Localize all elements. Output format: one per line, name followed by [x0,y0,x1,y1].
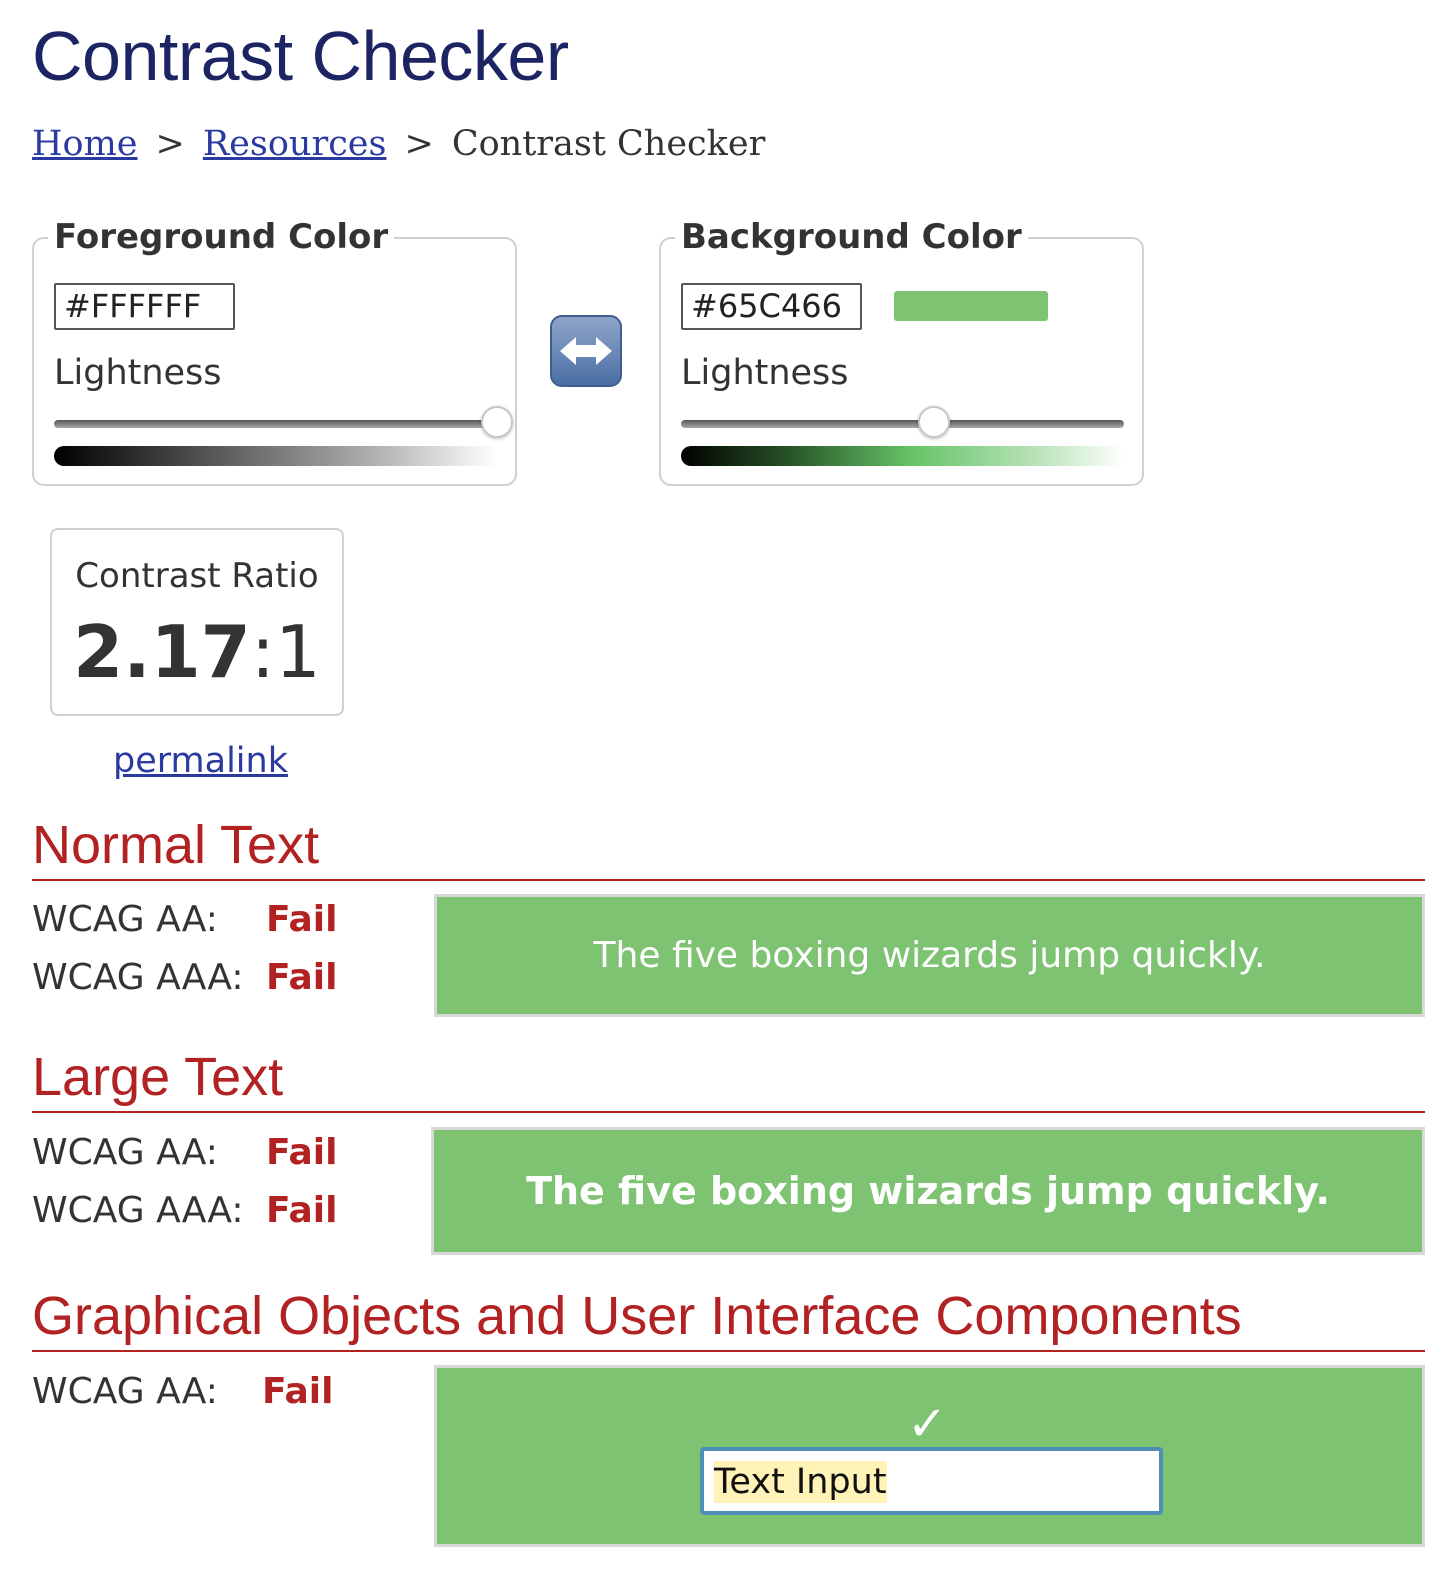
contrast-ratio-number: 2.17 [73,610,251,694]
normal-text-heading: Normal Text [32,815,320,875]
background-lightness-slider-thumb[interactable] [917,406,950,438]
graphical-wcag-aa-result: Fail [262,1371,334,1412]
contrast-ratio-suffix: :1 [250,610,321,694]
normal-text-preview: The five boxing wizards jump quickly. [434,894,1425,1017]
foreground-hex-input[interactable]: #FFFFFF [54,283,235,330]
foreground-lightness-gradient [54,446,497,466]
normal-wcag-aa-label: WCAG AA: [32,899,218,940]
swap-colors-button[interactable] [550,315,622,387]
background-color-panel: Background Color #65C466 Lightness [659,217,1144,486]
permalink-link[interactable]: permalink [113,738,288,784]
graphical-objects-heading: Graphical Objects and User Interface Com… [32,1286,1242,1346]
large-wcag-aaa-label: WCAG AAA: [32,1190,244,1231]
breadcrumb-separator: > [155,124,185,164]
large-text-heading: Large Text [32,1047,284,1107]
normal-wcag-aaa-label: WCAG AAA: [32,957,244,998]
graphical-wcag-aa-label: WCAG AA: [32,1371,218,1412]
section-divider [32,879,1425,881]
section-divider [32,1111,1425,1113]
checkmark-icon: ✓ [907,1396,948,1452]
contrast-ratio-box: Contrast Ratio 2.17:1 [50,528,344,716]
normal-wcag-aaa-result: Fail [266,957,338,998]
foreground-color-panel: Foreground Color #FFFFFF Lightness [32,217,517,486]
breadcrumb-resources-link[interactable]: Resources [203,124,387,164]
breadcrumb-current: Contrast Checker [451,124,766,164]
section-divider [32,1350,1425,1352]
foreground-color-legend: Foreground Color [48,217,395,257]
left-right-arrow-icon [560,337,612,365]
background-color-swatch[interactable] [894,291,1048,321]
background-hex-input[interactable]: #65C466 [681,283,862,330]
large-wcag-aa-result: Fail [266,1132,338,1173]
contrast-ratio-value: 2.17:1 [52,610,342,694]
background-lightness-gradient [681,446,1124,466]
background-lightness-label: Lightness [681,353,849,393]
ui-components-preview: ✓ Text Input [434,1365,1425,1547]
foreground-lightness-label: Lightness [54,353,222,393]
background-lightness-slider-track[interactable] [681,420,1124,428]
large-text-preview: The five boxing wizards jump quickly. [431,1127,1425,1255]
breadcrumb-separator: > [404,124,434,164]
foreground-lightness-slider-track[interactable] [54,420,497,428]
foreground-lightness-slider-thumb[interactable] [481,406,513,438]
page-title: Contrast Checker [32,17,569,95]
breadcrumb-home-link[interactable]: Home [32,124,138,164]
breadcrumb: Home > Resources > Contrast Checker [32,120,765,168]
large-wcag-aa-label: WCAG AA: [32,1132,218,1173]
sample-text-input[interactable]: Text Input [700,1447,1163,1515]
contrast-ratio-label: Contrast Ratio [75,556,319,596]
background-color-legend: Background Color [675,217,1028,257]
sample-text-input-value: Text Input [714,1461,887,1503]
normal-wcag-aa-result: Fail [266,899,338,940]
large-wcag-aaa-result: Fail [266,1190,338,1231]
